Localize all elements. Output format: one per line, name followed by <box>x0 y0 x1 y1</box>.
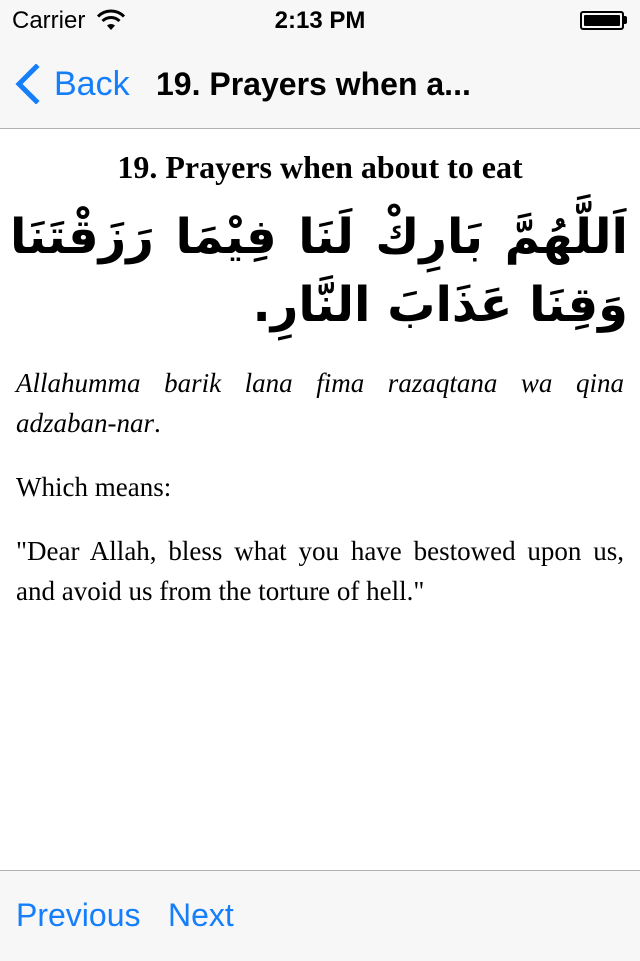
transliteration-text: Allahumma barik lana fima razaqtana wa q… <box>16 368 624 438</box>
meaning-text: "Dear Allah, bless what you have bestowe… <box>16 536 624 606</box>
transliteration-period: . <box>154 408 161 438</box>
chevron-left-icon <box>15 64 40 104</box>
meaning-label: Which means: <box>16 472 172 502</box>
back-button[interactable]: Back <box>14 62 130 106</box>
previous-button[interactable]: Previous <box>16 897 141 934</box>
top-bar: Carrier 2:13 PM Back 19. Prayers when a.… <box>0 0 640 129</box>
back-label: Back <box>54 64 130 103</box>
nav-title: 19. Prayers when a... <box>156 66 471 102</box>
next-button[interactable]: Next <box>168 897 234 934</box>
status-time: 2:13 PM <box>274 7 366 34</box>
bottom-toolbar: Previous Next <box>0 870 640 961</box>
prayer-title: 19. Prayers when about to eat <box>117 149 523 185</box>
battery-icon <box>580 11 624 30</box>
navigation-bar: Back 19. Prayers when a... <box>0 40 640 128</box>
prayer-content[interactable]: 19. Prayers when about to eat اَللَّهُمَ… <box>0 129 640 870</box>
status-bar: Carrier 2:13 PM <box>0 0 640 40</box>
arabic-text: اَللَّهُمَّ بَارِكْ لَنَا فِيْمَا رَزَقْ… <box>10 209 628 333</box>
transliteration: Allahumma barik lana fima razaqtana wa q… <box>16 363 624 443</box>
battery-tip <box>624 16 627 24</box>
